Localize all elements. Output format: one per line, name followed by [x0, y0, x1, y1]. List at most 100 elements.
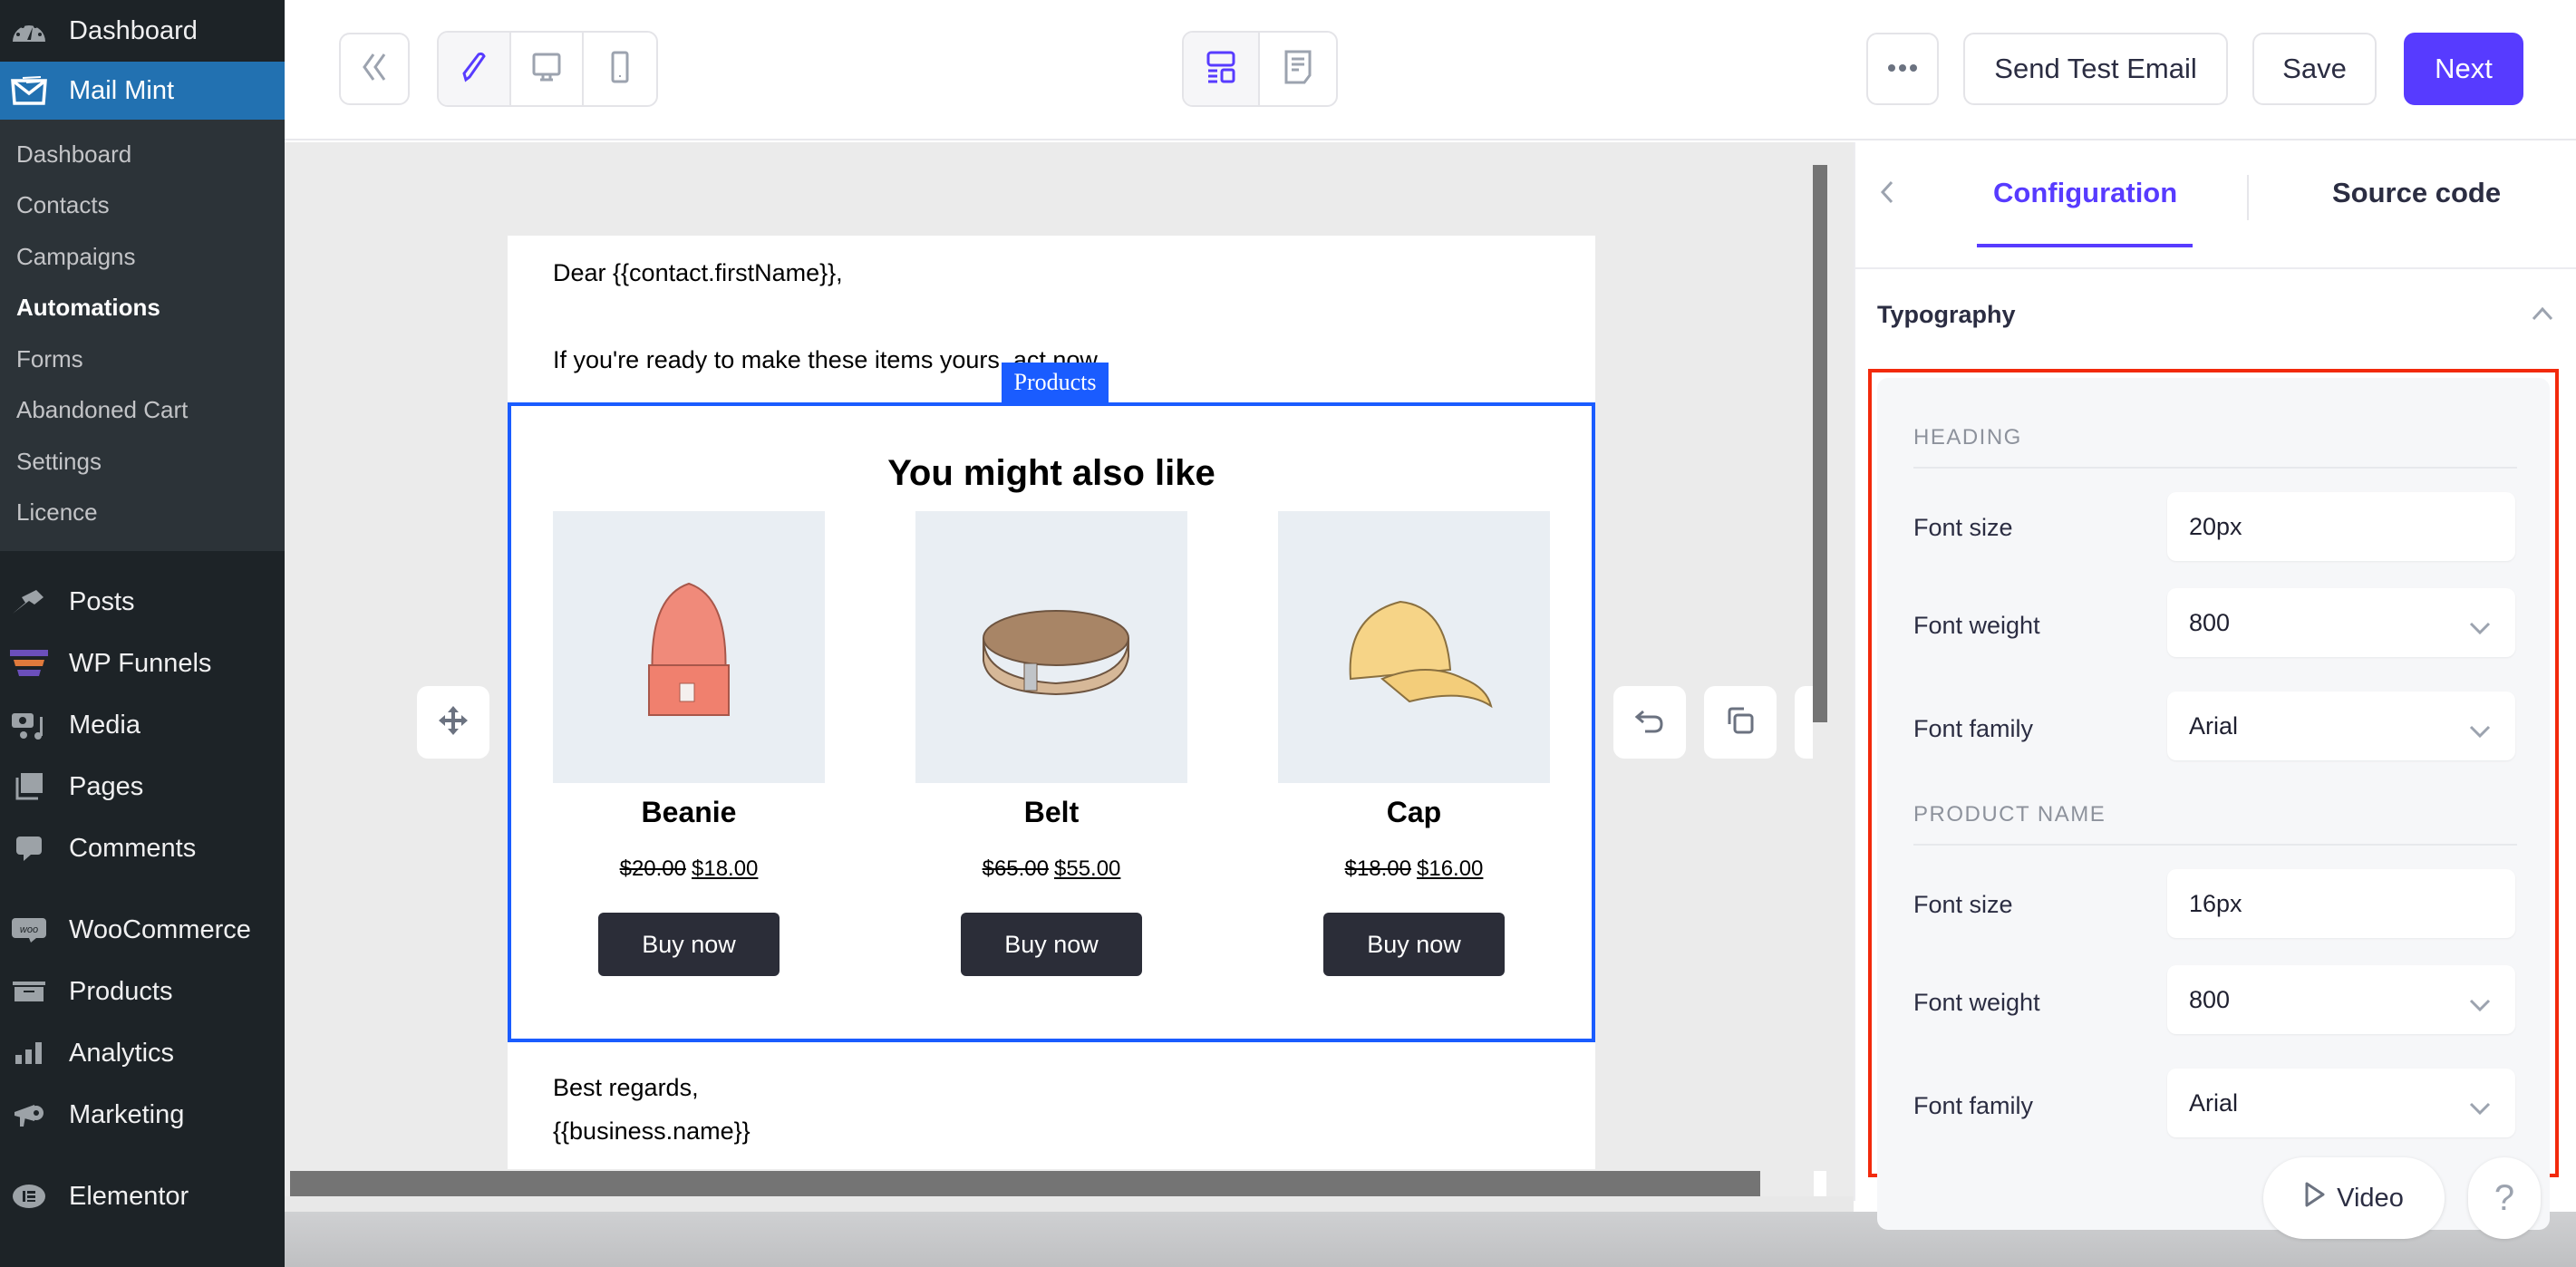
sidebar-main-menu: Posts WP Funnels Media Pages Comments wo…	[0, 551, 285, 1227]
buy-now-button[interactable]: Buy now	[1323, 913, 1505, 976]
more-options-button[interactable]	[1866, 33, 1939, 105]
submenu-item-forms[interactable]: Forms	[0, 334, 285, 385]
field-label: Font size	[1913, 891, 2013, 918]
panel-back-chevron-icon[interactable]	[1879, 179, 1895, 214]
section-title: Typography	[1877, 300, 2016, 328]
mobile-preview-button[interactable]	[584, 33, 656, 105]
submenu-item-licence[interactable]: Licence	[0, 488, 285, 539]
tab-source-code[interactable]: Source code	[2332, 177, 2501, 209]
sidebar-item-elementor[interactable]: Elementor	[0, 1165, 285, 1227]
submenu-item-dashboard[interactable]: Dashboard	[0, 129, 285, 180]
sidebar-item-label: WP Funnels	[69, 648, 212, 678]
typography-section-toggle[interactable]: Typography	[1855, 269, 2576, 360]
sidebar-item-label: WooCommerce	[69, 914, 251, 944]
media-icon	[9, 705, 49, 745]
send-test-email-button[interactable]: Send Test Email	[1963, 33, 2228, 105]
undo-block-button[interactable]	[1613, 686, 1686, 759]
buy-now-button[interactable]: Buy now	[961, 913, 1142, 976]
svg-text:woo: woo	[20, 924, 38, 935]
dashboard-gauge-icon	[9, 11, 49, 51]
heading-font-size-input[interactable]: 20px	[2167, 492, 2515, 561]
sidebar-item-dashboard[interactable]: Dashboard	[0, 0, 285, 62]
horizontal-scrollbar[interactable]	[290, 1171, 1760, 1198]
sidebar-item-label: Mail Mint	[69, 75, 175, 105]
vertical-scrollbar[interactable]	[1813, 165, 1827, 722]
heading-font-weight-select[interactable]: 800	[2167, 588, 2515, 657]
question-mark-icon: ?	[2494, 1177, 2515, 1218]
field-label: Font weight	[1913, 612, 2040, 639]
sidebar-item-label: Posts	[69, 586, 135, 616]
buy-now-button[interactable]: Buy now	[598, 913, 780, 976]
sidebar-item-pages[interactable]: Pages	[0, 756, 285, 817]
blocks-layout-button[interactable]	[1184, 33, 1260, 105]
regular-price: $65.00	[982, 856, 1049, 881]
layout-blocks-icon	[1206, 51, 1235, 88]
heading-font-family-select[interactable]: Arial	[2167, 692, 2515, 760]
app-root: Dashboard Mail Mint Dashboard Contacts C…	[0, 0, 2576, 1267]
product-card: Belt $65.00 $55.00 Buy now	[915, 511, 1187, 976]
sidebar-item-media[interactable]: Media	[0, 694, 285, 756]
next-button[interactable]: Next	[2404, 33, 2523, 105]
video-button[interactable]: Video	[2263, 1157, 2445, 1239]
submenu-item-automations[interactable]: Automations	[0, 283, 285, 334]
ellipsis-icon	[1887, 61, 1918, 77]
select-value: Arial	[2189, 711, 2239, 740]
chevron-down-icon	[2468, 614, 2492, 642]
document-layout-button[interactable]	[1260, 33, 1336, 105]
move-block-handle[interactable]	[417, 686, 489, 759]
submenu-item-contacts[interactable]: Contacts	[0, 180, 285, 232]
sidebar-item-analytics[interactable]: Analytics	[0, 1022, 285, 1084]
sidebar-item-label: Comments	[69, 833, 197, 863]
sidebar-item-products[interactable]: Products	[0, 961, 285, 1022]
sidebar-item-mail-mint[interactable]: Mail Mint	[0, 62, 285, 120]
save-button[interactable]: Save	[2252, 33, 2377, 105]
field-label: Font weight	[1913, 989, 2040, 1016]
product-card: Cap $18.00 $16.00 Buy now	[1278, 511, 1550, 976]
mail-mint-submenu: Dashboard Contacts Campaigns Automations…	[0, 120, 285, 551]
product-name-font-weight-select[interactable]: 800	[2167, 965, 2515, 1034]
editor-toolbar: Send Test Email Save Next	[285, 0, 2576, 140]
document-icon	[1284, 50, 1312, 89]
sidebar-item-label: Pages	[69, 771, 144, 801]
tab-divider	[2247, 175, 2249, 220]
product-name-font-family-select[interactable]: Arial	[2167, 1069, 2515, 1137]
sale-price: $55.00	[1054, 856, 1121, 881]
submenu-item-settings[interactable]: Settings	[0, 436, 285, 488]
divider	[1913, 467, 2517, 469]
edit-mode-button[interactable]	[439, 33, 511, 105]
pages-icon	[9, 767, 49, 807]
duplicate-block-button[interactable]	[1704, 686, 1777, 759]
sidebar-item-label: Marketing	[69, 1099, 185, 1129]
chevron-down-icon	[2468, 991, 2492, 1019]
help-button[interactable]: ?	[2468, 1157, 2541, 1239]
products-block[interactable]: You might also like Beanie $20.00 $18.00 …	[508, 402, 1595, 1042]
typography-highlight: HEADING Font size 20px Font weight 800 F…	[1868, 369, 2559, 1230]
belt-image	[915, 511, 1187, 783]
monitor-icon	[531, 52, 562, 87]
tab-configuration[interactable]: Configuration	[1993, 177, 2177, 209]
closing-block[interactable]: Best regards, {{business.name}}	[553, 1066, 751, 1153]
desktop-preview-button[interactable]	[511, 33, 584, 105]
submenu-item-abandoned-cart[interactable]: Abandoned Cart	[0, 385, 285, 437]
submenu-item-campaigns[interactable]: Campaigns	[0, 231, 285, 283]
sidebar-item-comments[interactable]: Comments	[0, 817, 285, 879]
sidebar-item-label: Elementor	[69, 1181, 189, 1211]
scrollbar-corner	[1814, 1171, 1826, 1198]
collapse-sidebar-button[interactable]	[339, 33, 410, 105]
product-name: Cap	[1386, 796, 1442, 828]
email-canvas: Dear {{contact.firstName}}, If you're re…	[285, 142, 1854, 1212]
greeting-text[interactable]: Dear {{contact.firstName}},	[553, 259, 843, 287]
sidebar-item-posts[interactable]: Posts	[0, 571, 285, 633]
delete-block-button[interactable]	[1795, 686, 1813, 759]
sidebar-item-wp-funnels[interactable]: WP Funnels	[0, 633, 285, 694]
sidebar-item-marketing[interactable]: Marketing	[0, 1084, 285, 1146]
move-arrows-icon	[437, 704, 470, 741]
settings-panel: Configuration Source code Typography HEA…	[1854, 142, 2576, 1230]
typography-settings: HEADING Font size 20px Font weight 800 F…	[1877, 378, 2550, 1230]
sidebar-item-woocommerce[interactable]: woo WooCommerce	[0, 899, 285, 961]
double-chevron-left-icon	[361, 52, 388, 87]
product-name-font-size-input[interactable]: 16px	[2167, 869, 2515, 938]
pin-icon	[9, 582, 49, 622]
view-mode-switcher	[437, 31, 658, 107]
sale-price: $18.00	[692, 856, 759, 881]
